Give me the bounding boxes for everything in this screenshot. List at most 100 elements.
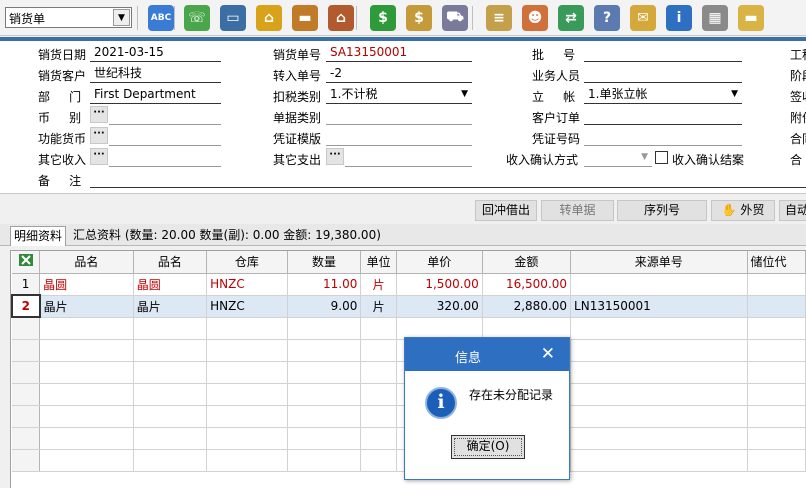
empty-cell[interactable] [360, 361, 397, 384]
empty-cell[interactable] [206, 339, 288, 362]
help-doc-icon[interactable]: ? [594, 5, 620, 31]
table-row[interactable]: 2 晶片 晶片 HNZC 9.00 片 320.00 2,880.00 LN13… [11, 294, 806, 318]
empty-cell[interactable] [747, 405, 806, 428]
empty-cell[interactable] [133, 405, 208, 428]
empty-cell[interactable] [133, 361, 208, 384]
col-header-source-no[interactable]: 来源单号 [570, 251, 748, 274]
empty-cell[interactable] [39, 405, 134, 428]
empty-cell[interactable] [133, 339, 208, 362]
money-bag-icon[interactable]: $ [406, 5, 432, 31]
currency-lookup-button[interactable]: ··· [90, 106, 108, 123]
folder-icon[interactable]: ▬ [738, 5, 764, 31]
empty-cell[interactable] [396, 317, 483, 340]
cell-unit[interactable]: 片 [360, 295, 397, 318]
doc-category-field[interactable] [326, 107, 472, 125]
excel-icon[interactable] [12, 251, 41, 274]
empty-cell[interactable] [287, 427, 362, 450]
house-icon[interactable]: ⌂ [328, 5, 354, 31]
empty-cell[interactable] [570, 449, 748, 472]
info-icon[interactable]: i [666, 5, 692, 31]
empty-cell[interactable] [206, 427, 288, 450]
foreign-trade-button[interactable]: ✋ 外贸 [711, 200, 775, 221]
col-header-name[interactable]: 品名 [39, 251, 134, 274]
empty-cell[interactable] [287, 339, 362, 362]
cell-location[interactable] [747, 273, 806, 296]
close-icon[interactable]: ✕ [541, 344, 555, 364]
empty-cell[interactable] [287, 449, 362, 472]
tax-type-select[interactable]: 1.不计税 ▼ [326, 86, 472, 104]
other-income-lookup-button[interactable]: ··· [90, 148, 108, 165]
func-currency-field[interactable] [109, 128, 221, 146]
computer-icon[interactable]: ▭ [220, 5, 246, 31]
offset-lend-button[interactable]: 回冲借出 [475, 200, 537, 221]
empty-cell[interactable] [133, 383, 208, 406]
cell-name2[interactable]: 晶圆 [133, 273, 208, 296]
empty-cell[interactable] [570, 317, 748, 340]
empty-cell[interactable] [360, 317, 397, 340]
empty-cell[interactable] [287, 361, 362, 384]
lock-icon[interactable]: ⌂ [256, 5, 282, 31]
calculator-icon[interactable]: ▦ [702, 5, 728, 31]
remark-field[interactable] [90, 170, 806, 188]
empty-cell[interactable] [39, 339, 134, 362]
tab-detail[interactable]: 明细资料 [10, 226, 67, 246]
people-icon[interactable]: ☻ [522, 5, 548, 31]
cell-warehouse[interactable]: HNZC [206, 295, 288, 318]
empty-cell[interactable] [570, 405, 748, 428]
chevron-down-icon[interactable]: ▼ [641, 149, 648, 165]
other-expense-field[interactable] [345, 149, 472, 167]
empty-cell[interactable] [133, 317, 208, 340]
cell-name[interactable]: 晶圆 [39, 273, 134, 296]
row-number[interactable] [12, 405, 41, 428]
empty-cell[interactable] [570, 361, 748, 384]
func-currency-lookup-button[interactable]: ··· [90, 127, 108, 144]
tab-summary[interactable]: 汇总资料 (数量: 20.00 数量(副): 0.00 金额: 19,380.0… [70, 226, 384, 246]
cell-qty[interactable]: 11.00 [287, 273, 362, 296]
currency-field[interactable] [109, 107, 221, 125]
salesman-field[interactable] [584, 65, 742, 83]
empty-cell[interactable] [206, 383, 288, 406]
empty-cell[interactable] [287, 405, 362, 428]
dept-field[interactable]: First Department [90, 86, 221, 104]
auto-button[interactable]: 自动 [779, 200, 806, 221]
empty-cell[interactable] [39, 317, 134, 340]
cust-order-field[interactable] [584, 107, 742, 125]
empty-cell[interactable] [39, 449, 134, 472]
cell-unit[interactable]: 片 [360, 273, 397, 296]
col-header-name2[interactable]: 品名 [133, 251, 208, 274]
col-header-unit[interactable]: 单位 [360, 251, 397, 274]
sale-date-field[interactable]: 2021-03-15 [90, 44, 221, 62]
empty-cell[interactable] [570, 383, 748, 406]
table-row[interactable]: 1 晶圆 晶圆 HNZC 11.00 片 1,500.00 16,500.00 [12, 273, 806, 296]
cell-source-no[interactable]: LN13150001 [570, 295, 748, 318]
cell-amount[interactable]: 16,500.00 [482, 273, 572, 296]
cart-icon[interactable]: ⛟ [442, 5, 468, 31]
col-header-price[interactable]: 单价 [396, 251, 483, 274]
row-number[interactable]: 1 [12, 273, 41, 296]
row-number[interactable] [12, 339, 41, 362]
voucher-no-field[interactable] [584, 128, 742, 146]
row-number[interactable]: 2 [11, 294, 41, 318]
ok-button[interactable]: 确定(O) [451, 435, 525, 459]
row-number[interactable] [12, 427, 41, 450]
empty-cell[interactable] [570, 339, 748, 362]
empty-cell[interactable] [747, 339, 806, 362]
customer-field[interactable]: 世纪科技 [90, 65, 221, 83]
dialog-title-bar[interactable]: 信息 ✕ [405, 338, 569, 371]
cell-qty[interactable]: 9.00 [287, 295, 362, 318]
empty-cell[interactable] [133, 449, 208, 472]
chevron-down-icon[interactable]: ▼ [731, 86, 738, 102]
col-header-amount[interactable]: 金额 [482, 251, 572, 274]
dollar-icon[interactable]: $ [370, 5, 396, 31]
other-income-field[interactable] [109, 149, 221, 167]
transfer-doc-button[interactable]: 转单据 [541, 200, 614, 221]
cell-location[interactable] [747, 295, 806, 318]
row-number[interactable] [12, 317, 41, 340]
empty-cell[interactable] [206, 317, 288, 340]
spellcheck-icon[interactable]: ABC [148, 5, 174, 31]
voucher-template-field[interactable] [326, 128, 472, 146]
col-header-qty[interactable]: 数量 [287, 251, 362, 274]
empty-cell[interactable] [133, 427, 208, 450]
empty-cell[interactable] [360, 383, 397, 406]
empty-cell[interactable] [747, 383, 806, 406]
